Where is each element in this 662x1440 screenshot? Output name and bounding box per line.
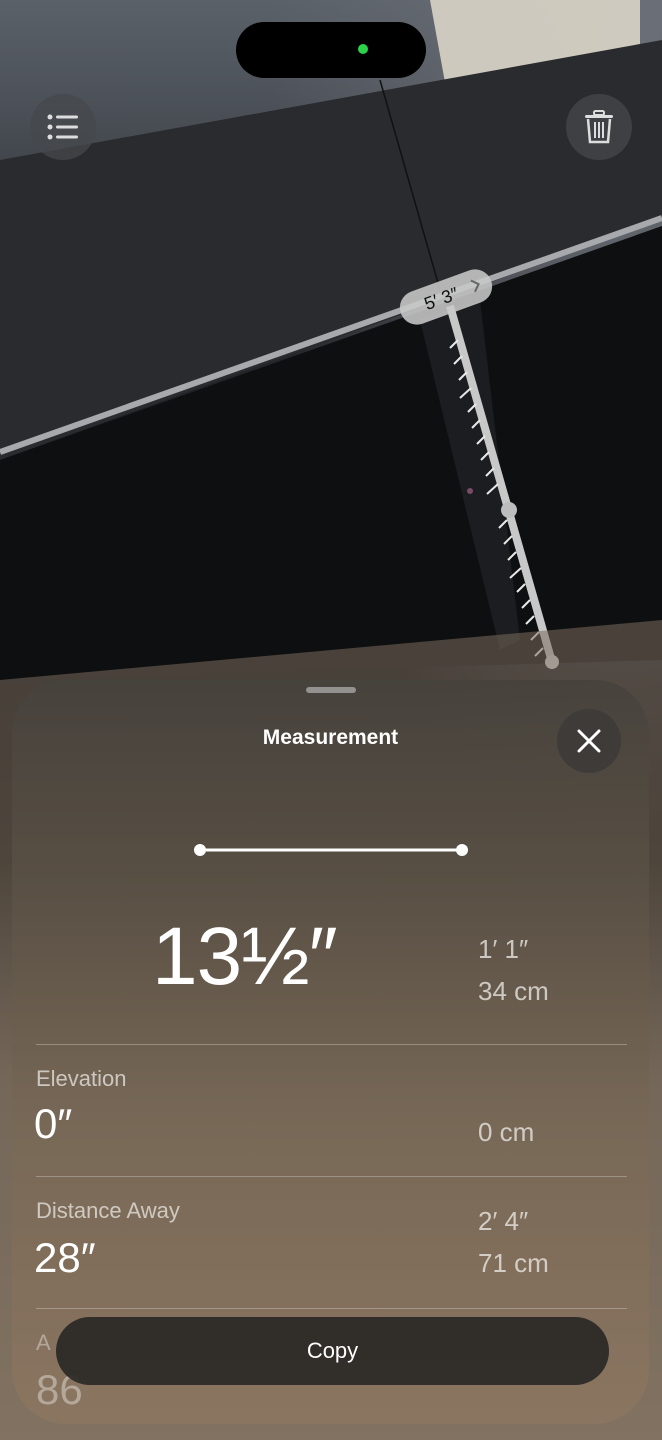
sheet-grabber[interactable] — [306, 687, 356, 693]
copy-button[interactable]: Copy — [56, 1317, 609, 1385]
primary-alt-cm: 34 cm — [478, 976, 549, 1006]
delete-button[interactable] — [566, 94, 632, 160]
elevation-label: Elevation — [36, 1066, 127, 1091]
distance-away-alt-feet: 2′ 4″ — [478, 1206, 529, 1236]
distance-away-label: Distance Away — [36, 1198, 180, 1223]
divider — [36, 1044, 627, 1045]
divider — [36, 1308, 627, 1309]
close-icon — [577, 729, 601, 753]
distance-away-value: 28″ — [34, 1234, 96, 1281]
elevation-alt-cm: 0 cm — [478, 1117, 535, 1147]
dynamic-island — [236, 22, 426, 78]
elevation-value: 0″ — [34, 1100, 73, 1147]
trash-icon — [585, 110, 613, 144]
partial-row-label: A — [36, 1330, 51, 1355]
distance-away-alt-cm: 71 cm — [478, 1248, 549, 1278]
camera-in-use-indicator — [358, 44, 368, 54]
chevron-right-icon — [470, 279, 480, 293]
sheet-title: Measurement — [262, 726, 399, 749]
primary-measurement-value: 13½″ — [152, 911, 338, 1002]
list-icon — [47, 114, 78, 140]
primary-alt-feet: 1′ 1″ — [478, 934, 529, 964]
measure-app-screen: 5′ 3″ Measurement 13½″ 1′ 1″ 34 cm Eleva… — [0, 0, 662, 1440]
divider — [36, 1176, 627, 1177]
measurement-label-text: 5′ 3″ — [421, 282, 461, 314]
primary-alt-values: 1′ 1″ 34 cm — [478, 928, 549, 1012]
line-measure-icon — [194, 844, 468, 856]
close-button[interactable] — [557, 709, 621, 773]
measurements-list-button[interactable] — [30, 94, 96, 160]
distance-away-alt-values: 2′ 4″ 71 cm — [478, 1200, 549, 1284]
measurement-sheet: Measurement 13½″ 1′ 1″ 34 cm Elevation 0… — [12, 680, 649, 1424]
